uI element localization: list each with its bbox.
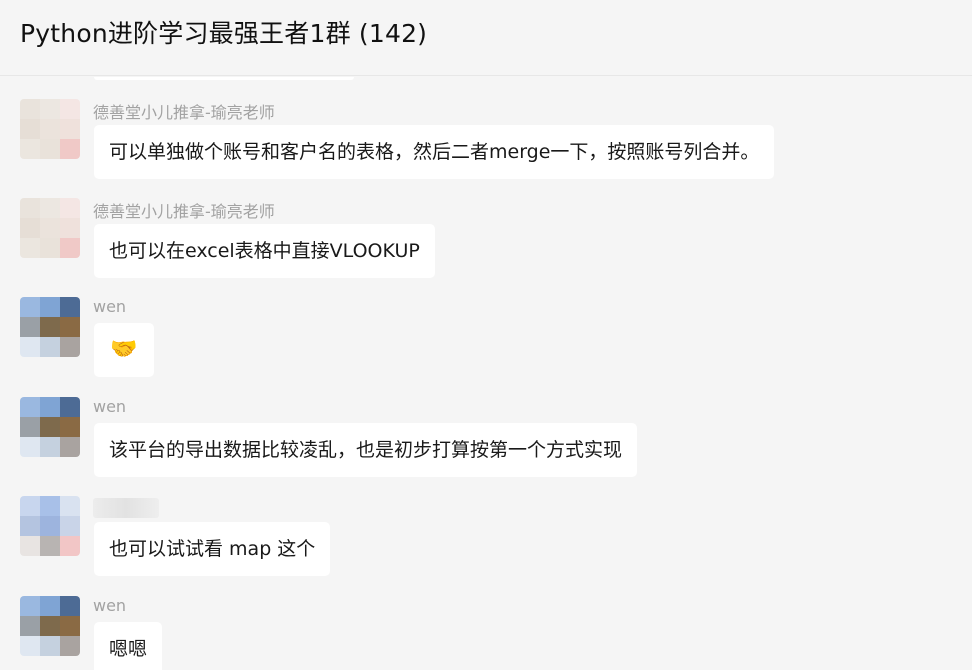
message-bubble[interactable]: 嗯嗯 <box>94 622 163 670</box>
message-bubble[interactable]: 该平台的导出数据比较凌乱，也是初步打算按第一个方式实现 <box>94 423 638 477</box>
message-bubble[interactable]: 🤝 <box>94 323 154 377</box>
previous-message-bubble-edge <box>94 77 354 80</box>
chat-header: Python进阶学习最强王者1群 (142) <box>0 0 972 76</box>
avatar[interactable] <box>20 99 80 159</box>
sender-name: 德善堂小儿推拿-瑜亮老师 <box>93 103 275 122</box>
message-bubble[interactable]: 可以单独做个账号和客户名的表格，然后二者merge一下，按照账号列合并。 <box>94 125 775 179</box>
sender-name: wen <box>93 596 127 615</box>
blurred-sender-name <box>93 498 159 518</box>
avatar[interactable] <box>20 198 80 258</box>
sender-name: wen <box>93 397 127 416</box>
message-bubble[interactable]: 也可以试试看 map 这个 <box>94 522 331 576</box>
avatar[interactable] <box>20 297 80 357</box>
message-list[interactable]: 德善堂小儿推拿-瑜亮老师 可以单独做个账号和客户名的表格，然后二者merge一下… <box>0 77 972 670</box>
avatar[interactable] <box>20 496 80 556</box>
message-bubble[interactable]: 也可以在excel表格中直接VLOOKUP <box>94 224 435 278</box>
avatar[interactable] <box>20 596 80 656</box>
sender-name: 德善堂小儿推拿-瑜亮老师 <box>93 202 275 221</box>
avatar[interactable] <box>20 397 80 457</box>
handshake-emoji: 🤝 <box>110 337 138 362</box>
sender-name: wen <box>93 297 127 316</box>
chat-title: Python进阶学习最强王者1群 (142) <box>20 19 428 48</box>
